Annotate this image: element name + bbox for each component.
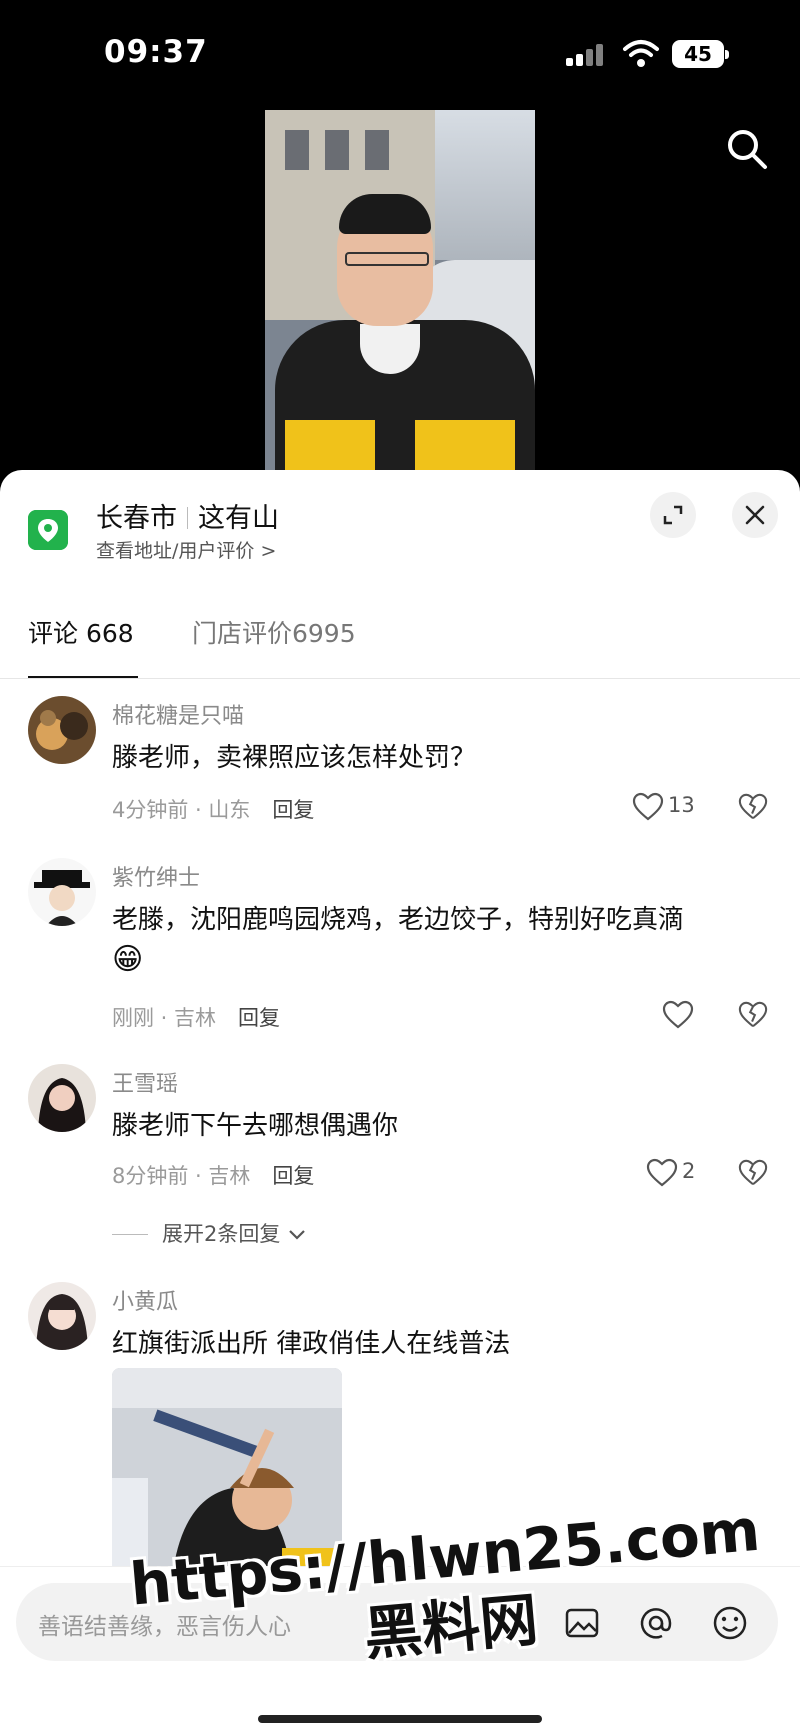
like-count: 2 — [682, 1159, 696, 1183]
search-icon[interactable] — [724, 126, 770, 172]
expand-replies-button[interactable]: 展开2条回复 — [112, 1218, 307, 1248]
location-place: 这有山 — [198, 503, 279, 534]
comment-author[interactable]: 棉花糖是只喵 — [112, 698, 244, 730]
reply-button[interactable]: 回复 — [238, 1006, 280, 1030]
tab-comments[interactable]: 评论 668 — [28, 614, 134, 650]
close-button[interactable] — [732, 492, 778, 538]
home-indicator — [258, 1715, 542, 1723]
location-subtitle-link[interactable]: 查看地址/用户评价 > — [96, 536, 276, 563]
reply-button[interactable]: 回复 — [272, 798, 314, 822]
comment-text: 滕老师，卖裸照应该怎样处罚？ — [112, 743, 477, 773]
status-bar: 09:37 45 — [0, 0, 800, 110]
like-button[interactable]: 13 — [632, 792, 722, 822]
comment-text: 滕老师下午去哪想偶遇你 — [112, 1111, 399, 1141]
reply-button[interactable]: 回复 — [272, 1164, 314, 1188]
location-pin-icon — [28, 510, 68, 550]
comment-author[interactable]: 小黄瓜 — [112, 1284, 178, 1316]
comment-time-location: 4分钟前 · 山东 — [112, 798, 251, 822]
comment-time-location: 刚刚 · 吉林 — [112, 1006, 217, 1030]
like-count: 13 — [668, 793, 695, 817]
heart-icon — [662, 1000, 694, 1029]
expand-icon — [663, 505, 683, 525]
comment-author[interactable]: 紫竹绅士 — [112, 860, 200, 892]
expand-button[interactable] — [650, 492, 696, 538]
wifi-icon — [623, 40, 659, 67]
video-player[interactable] — [265, 110, 535, 480]
expand-replies-label: 展开2条回复 — [162, 1222, 281, 1246]
location-city: 长春市 — [96, 503, 177, 534]
signal-icon — [566, 44, 608, 66]
status-time: 09:37 — [104, 34, 208, 70]
tab-divider — [0, 678, 800, 679]
heart-icon — [646, 1158, 678, 1187]
comment-text: 红旗街派出所 律政俏佳人在线普法 — [112, 1329, 511, 1359]
broken-heart-icon[interactable] — [738, 1000, 768, 1030]
comment-meta: 4分钟前 · 山东 回复 — [112, 794, 314, 824]
chevron-down-icon — [289, 1230, 305, 1240]
comment-meta: 刚刚 · 吉林 回复 — [112, 1002, 280, 1032]
tab-store-reviews[interactable]: 门店评价6995 — [192, 614, 356, 650]
broken-heart-icon[interactable] — [738, 1158, 768, 1188]
close-icon — [745, 505, 765, 525]
grin-emoji: 😁 — [112, 942, 144, 977]
like-button[interactable]: 2 — [646, 1158, 736, 1188]
avatar[interactable] — [28, 1064, 96, 1132]
comment-time-location: 8分钟前 · 吉林 — [112, 1164, 251, 1188]
comment-text: 老滕，沈阳鹿鸣园烧鸡，老边饺子，特别好吃真滴 😁 — [112, 905, 685, 977]
broken-heart-icon[interactable] — [738, 792, 768, 822]
comment-author[interactable]: 王雪瑶 — [112, 1066, 178, 1098]
comment-meta: 8分钟前 · 吉林 回复 — [112, 1160, 314, 1190]
location-title[interactable]: 长春市 这有山 — [96, 496, 279, 535]
heart-icon — [632, 792, 664, 821]
avatar[interactable] — [28, 696, 96, 764]
battery-icon: 45 — [672, 40, 729, 68]
avatar[interactable] — [28, 858, 96, 926]
avatar[interactable] — [28, 1282, 96, 1350]
